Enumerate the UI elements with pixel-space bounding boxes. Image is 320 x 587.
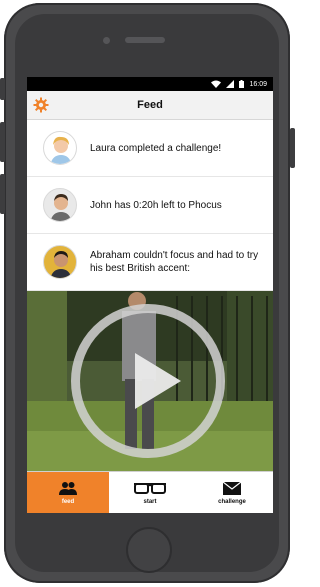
mute-switch [0, 78, 5, 100]
volume-down-button [0, 174, 5, 214]
tab-challenge[interactable]: challenge [191, 472, 273, 513]
status-bar: 16:09 [27, 77, 273, 91]
glasses-icon [134, 483, 166, 494]
list-item[interactable]: John has 0:20h left to Phocus [27, 177, 273, 234]
people-icon [59, 482, 77, 495]
status-time: 16:09 [249, 80, 267, 88]
feed-item-text: Abraham couldn't focus and had to try hi… [90, 250, 259, 274]
tab-start[interactable]: start [109, 472, 191, 513]
wifi-icon [211, 80, 222, 88]
front-camera [103, 37, 110, 44]
avatar-abraham [43, 245, 77, 279]
play-icon[interactable] [135, 353, 181, 409]
power-button [290, 128, 295, 168]
page-title: Feed [137, 99, 163, 111]
avatar-laura [43, 131, 77, 165]
envelope-icon [223, 481, 241, 495]
app-screen: 16:09 Feed Laura completed a challenge! … [27, 77, 273, 513]
list-item[interactable]: Abraham couldn't focus and had to try hi… [27, 234, 273, 291]
volume-up-button [0, 122, 5, 162]
feed-list: Laura completed a challenge! John has 0:… [27, 120, 273, 291]
signal-icon [226, 80, 235, 88]
tab-feed[interactable]: feed [27, 472, 109, 513]
tab-start-label: start [143, 499, 157, 505]
list-item[interactable]: Laura completed a challenge! [27, 120, 273, 177]
gear-icon[interactable] [33, 97, 49, 113]
home-button[interactable] [126, 527, 172, 573]
tab-feed-label: feed [61, 499, 75, 505]
app-header: Feed [27, 91, 273, 120]
avatar-john [43, 188, 77, 222]
video-player[interactable] [27, 291, 273, 474]
tab-challenge-label: challenge [218, 498, 246, 505]
feed-item-text: John has 0:20h left to Phocus [90, 199, 222, 211]
earpiece-speaker [125, 37, 165, 43]
battery-icon [239, 80, 245, 88]
tab-bar: feed start challenge [27, 471, 273, 513]
feed-item-text: Laura completed a challenge! [90, 142, 222, 154]
